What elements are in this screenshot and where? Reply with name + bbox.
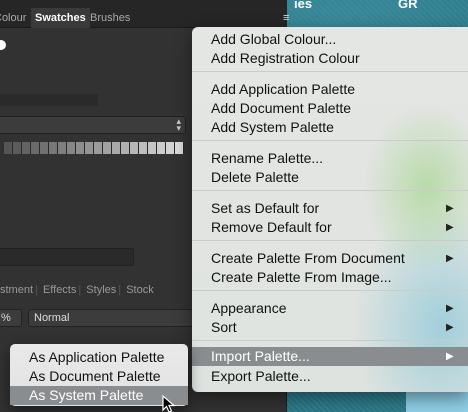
tab-swatches[interactable]: Swatches: [31, 8, 90, 28]
swatch[interactable]: [85, 142, 94, 154]
swatch[interactable]: [67, 142, 76, 154]
menu-item-remove-default-for[interactable]: Remove Default for: [211, 218, 332, 237]
background-strip: [406, 392, 468, 412]
palette-name-bar: [0, 94, 98, 106]
tab-adjustment[interactable]: stment: [0, 284, 33, 296]
swatch[interactable]: [112, 142, 121, 154]
swatch[interactable]: [13, 142, 22, 154]
swatch[interactable]: [40, 142, 49, 154]
swatch[interactable]: [22, 142, 31, 154]
tab-colour[interactable]: Colour: [0, 12, 26, 24]
menu-separator: [192, 340, 468, 341]
tab-styles[interactable]: Styles: [86, 284, 116, 296]
submenu-arrow-icon: ▶: [446, 303, 454, 314]
swatch[interactable]: [139, 142, 148, 154]
swatch[interactable]: [58, 142, 67, 154]
menu-item-add-application-palette[interactable]: Add Application Palette: [211, 80, 355, 99]
swatch[interactable]: [94, 142, 103, 154]
menu-separator: [192, 140, 468, 141]
swatch[interactable]: [4, 142, 13, 154]
menu-item-create-palette-from-document[interactable]: Create Palette From Document: [211, 249, 405, 268]
menu-item-add-system-palette[interactable]: Add System Palette: [211, 118, 334, 137]
swatch[interactable]: [31, 142, 40, 154]
colour-swatch-preview[interactable]: [0, 40, 6, 50]
swatch[interactable]: [121, 142, 130, 154]
menu-item-add-document-palette[interactable]: Add Document Palette: [211, 99, 351, 118]
swatch[interactable]: [103, 142, 112, 154]
tab-effects[interactable]: Effects: [43, 284, 76, 296]
menu-item-add-registration-colour[interactable]: Add Registration Colour: [211, 49, 360, 68]
submenu-arrow-icon: ▶: [446, 222, 454, 233]
swatch[interactable]: [175, 142, 184, 154]
opacity-field[interactable]: %: [0, 309, 22, 327]
submenu-item-as-system-palette[interactable]: As System Palette: [29, 386, 143, 405]
menu-item-create-palette-from-image[interactable]: Create Palette From Image...: [211, 268, 392, 287]
mouse-pointer-icon: [162, 395, 176, 412]
menu-item-delete-palette[interactable]: Delete Palette: [211, 168, 299, 187]
blend-mode-select[interactable]: Normal: [28, 309, 193, 327]
menu-separator: [192, 71, 468, 72]
menu-item-set-as-default-for[interactable]: Set as Default for: [211, 199, 319, 218]
swatch[interactable]: [76, 142, 85, 154]
menu-item-sort[interactable]: Sort: [211, 318, 237, 337]
submenu-item-as-application-palette[interactable]: As Application Palette: [29, 348, 164, 367]
menu-item-rename-palette[interactable]: Rename Palette...: [211, 149, 323, 168]
panel-menu-icon[interactable]: ≡: [283, 12, 297, 24]
search-input[interactable]: [0, 248, 134, 266]
swatch[interactable]: [49, 142, 58, 154]
panel-tab-bar: Colour Swatches Brushes: [0, 0, 287, 28]
menu-item-import-palette[interactable]: Import Palette...: [211, 347, 310, 366]
tab-brushes[interactable]: Brushes: [90, 12, 130, 24]
menu-separator: [192, 240, 468, 241]
background-text-left: ies: [294, 0, 313, 11]
menu-item-export-palette[interactable]: Export Palette...: [211, 367, 311, 386]
submenu-arrow-icon: ▶: [446, 322, 454, 333]
palette-dropdown[interactable]: ▴ ▾: [0, 116, 186, 134]
submenu-arrow-icon: ▶: [446, 203, 454, 214]
submenu-arrow-icon: ▶: [446, 253, 454, 264]
swatch[interactable]: [157, 142, 166, 154]
swatch[interactable]: [148, 142, 157, 154]
dropdown-arrows-icon: ▴ ▾: [176, 116, 181, 133]
swatch[interactable]: [166, 142, 175, 154]
submenu-item-as-document-palette[interactable]: As Document Palette: [29, 367, 161, 386]
tab-stock[interactable]: Stock: [126, 284, 154, 296]
panel-sub-tabs: stment | Effects | Styles | Stock: [0, 284, 154, 296]
menu-item-add-global-colour[interactable]: Add Global Colour...: [211, 30, 336, 49]
background-text-right: GR: [398, 0, 418, 11]
swatch[interactable]: [130, 142, 139, 154]
menu-separator: [192, 290, 468, 291]
menu-separator: [192, 190, 468, 191]
submenu-arrow-icon: ▶: [446, 351, 454, 362]
menu-item-appearance[interactable]: Appearance: [211, 299, 287, 318]
swatches-context-menu: Add Global Colour... Add Registration Co…: [192, 27, 468, 392]
